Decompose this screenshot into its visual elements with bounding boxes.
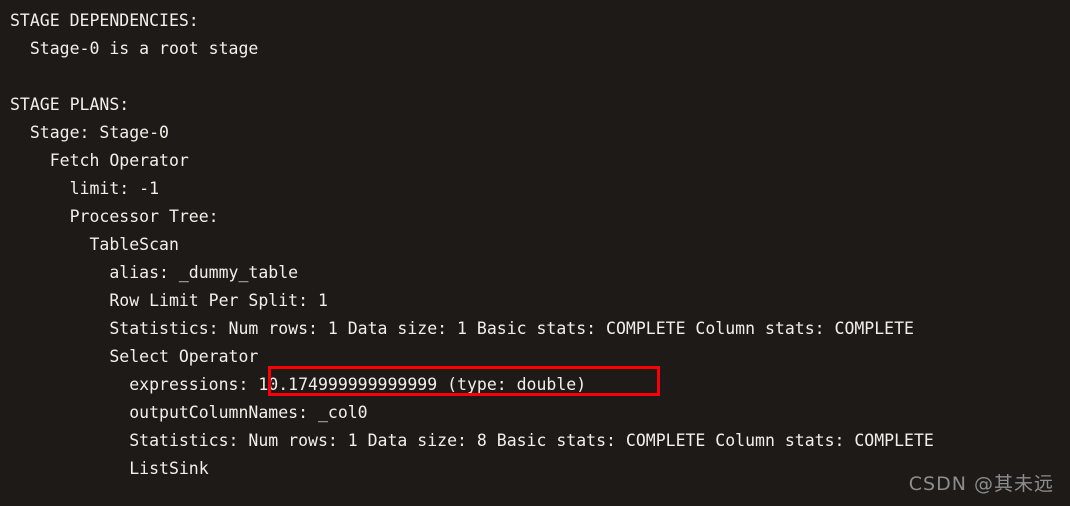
output-line: alias: _dummy_table [10,263,299,282]
output-line: STAGE PLANS: [10,95,130,114]
output-line: outputColumnNames: _col0 [10,403,368,422]
output-line-blank [0,63,1070,91]
output-line: Processor Tree: [10,207,219,226]
explain-plan-output: STAGE DEPENDENCIES: Stage-0 is a root st… [0,0,1070,483]
output-line-expressions: expressions: 10.174999999999999 (type: d… [10,375,587,394]
terminal-screenshot: STAGE DEPENDENCIES: Stage-0 is a root st… [0,0,1070,506]
watermark-text: CSDN @其未远 [908,473,1054,495]
output-line: STAGE DEPENDENCIES: [10,11,199,30]
output-line: Row Limit Per Split: 1 [10,291,328,310]
output-line: Select Operator [10,347,259,366]
output-line: TableScan [10,235,179,254]
output-line: Statistics: Num rows: 1 Data size: 1 Bas… [10,319,914,338]
output-line: Statistics: Num rows: 1 Data size: 8 Bas… [10,431,934,450]
output-line: limit: -1 [10,179,160,198]
output-line: Stage: Stage-0 [10,123,169,142]
output-line: Stage-0 is a root stage [10,39,259,58]
output-line: Fetch Operator [10,151,189,170]
